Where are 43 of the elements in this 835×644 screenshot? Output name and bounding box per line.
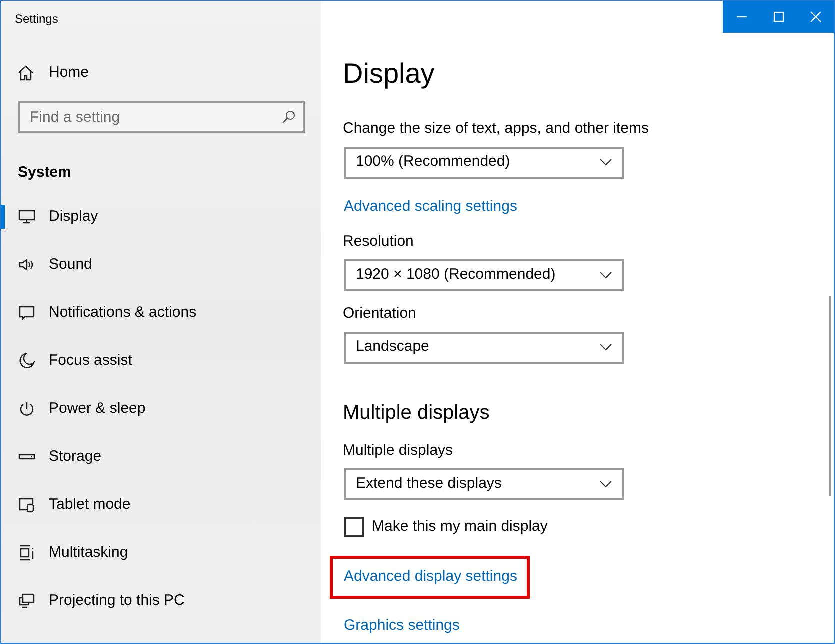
speech-bubble-icon (18, 304, 36, 322)
page-title: Display (343, 57, 436, 91)
sidebar-item[interactable]: Tablet mode (1, 481, 321, 529)
projecting-icon (18, 592, 36, 610)
settings-link[interactable]: Advanced display settings (333, 558, 528, 596)
sidebar-item[interactable]: Notifications & actions (1, 289, 321, 337)
power-icon (18, 400, 36, 418)
settings-link[interactable]: Graphics settings (344, 615, 460, 638)
chevron-icon (600, 480, 612, 488)
home-icon[interactable] (17, 64, 35, 82)
multitasking-icon (18, 544, 36, 562)
section-heading: Multiple displays (343, 400, 491, 426)
chevron-icon (600, 159, 612, 166)
moon-icon (18, 352, 36, 370)
section-title: System (17, 162, 72, 183)
setting-label: Multiple displays (343, 440, 454, 460)
sidebar-item[interactable]: Multitasking (1, 529, 321, 577)
dropdown[interactable]: Extend these displays (344, 468, 624, 500)
dropdown[interactable]: 100% (Recommended) (344, 146, 624, 178)
sidebar-item[interactable]: Display (1, 193, 321, 241)
search-icon[interactable] (282, 110, 296, 124)
setting-label: Orientation (343, 304, 418, 324)
tablet-icon (18, 496, 36, 514)
setting-label: Change the size of text, apps, and other items (343, 119, 650, 139)
settings-link[interactable]: Advanced scaling settings (344, 196, 518, 218)
sidebar-item[interactable]: Focus assist (1, 337, 321, 385)
dropdown[interactable]: 1920 × 1080 (Recommended) (344, 259, 624, 291)
dropdown[interactable]: Landscape (344, 332, 624, 364)
sidebar-item[interactable]: Power & sleep (1, 385, 321, 433)
checkbox-label[interactable]: Make this my main display (372, 516, 548, 538)
sidebar-item[interactable]: Storage (1, 433, 321, 481)
checkbox[interactable] (344, 517, 364, 538)
scrollbar[interactable] (829, 296, 831, 496)
chevron-icon (600, 272, 612, 278)
display-icon (18, 208, 36, 226)
search-field[interactable]: Find a setting (18, 101, 305, 133)
window-title: Settings (14, 11, 60, 28)
speaker-icon (18, 256, 36, 274)
sidebar-item[interactable]: Sound (1, 241, 321, 289)
setting-label: Resolution (343, 232, 415, 252)
sidebar-item[interactable]: Projecting to this PC (1, 577, 321, 625)
home-link[interactable]: Home (49, 62, 90, 84)
chevron-icon (600, 344, 612, 351)
